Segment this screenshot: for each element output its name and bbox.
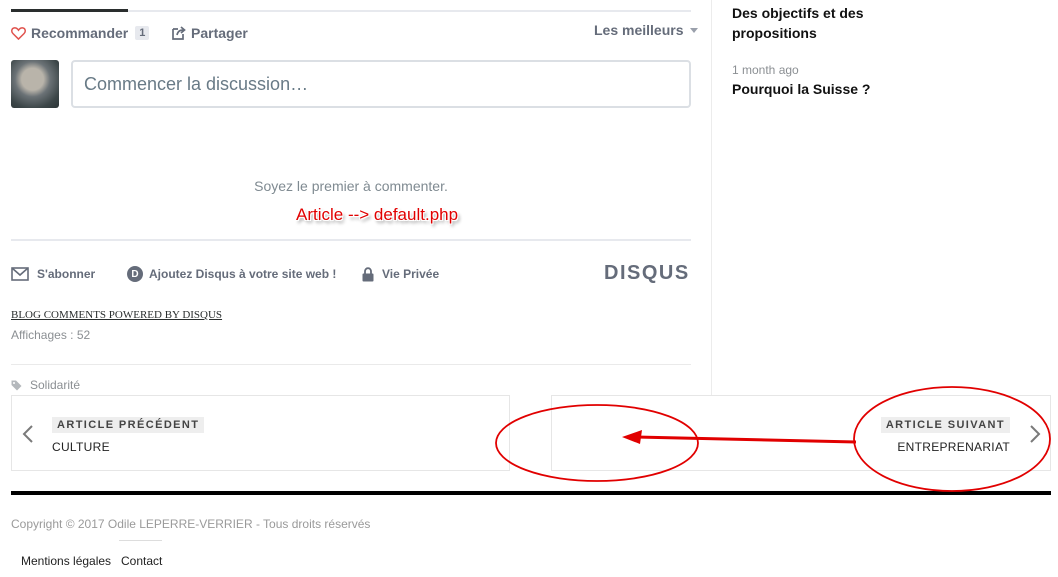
previous-article-badge: ARTICLE PRÉCÉDENT: [52, 417, 205, 433]
chevron-left-icon: [22, 425, 33, 443]
sidebar-article-date: 1 month ago: [732, 63, 799, 77]
footer-link-separator: [119, 540, 162, 541]
sort-label: Les meilleurs: [594, 22, 684, 38]
previous-article-title: CULTURE: [52, 440, 110, 454]
legal-notice-link[interactable]: Mentions légales: [21, 554, 111, 568]
heart-icon: [11, 27, 26, 40]
tab-active-indicator: [11, 9, 128, 12]
view-count: Affichages : 52: [11, 328, 91, 342]
privacy-link[interactable]: Vie Privée: [362, 265, 439, 283]
recommend-count: 1: [135, 26, 150, 40]
chevron-down-icon: [689, 27, 698, 33]
share-button[interactable]: Partager: [172, 24, 248, 42]
tag-link[interactable]: Solidarité: [11, 378, 80, 392]
lock-icon: [362, 266, 374, 281]
powered-by-link[interactable]: BLOG COMMENTS POWERED BY DISQUS: [11, 309, 222, 321]
contact-link[interactable]: Contact: [121, 554, 162, 568]
footer-divider: [11, 491, 1051, 495]
sidebar-article-title[interactable]: Des objectifs et des propositions: [732, 3, 902, 43]
copyright-text: Copyright © 2017 Odile LEPERRE-VERRIER -…: [11, 517, 371, 531]
recommend-button[interactable]: Recommander 1: [11, 24, 150, 42]
privacy-label: Vie Privée: [382, 267, 440, 281]
next-article-title: ENTREPRENARIAT: [897, 440, 1010, 454]
chevron-right-icon: [1030, 425, 1041, 443]
share-label: Partager: [191, 25, 248, 41]
comment-input[interactable]: Commencer la discussion…: [71, 60, 691, 108]
recommend-label: Recommander: [31, 25, 129, 41]
add-disqus-link[interactable]: D Ajoutez Disqus à votre site web !: [127, 265, 336, 283]
mail-icon: [11, 267, 29, 281]
empty-comments-message: Soyez le premier à commenter.: [254, 178, 448, 194]
share-icon: [172, 26, 186, 40]
next-article-badge: ARTICLE SUIVANT: [880, 417, 1010, 433]
disqus-footer-divider: [11, 239, 691, 241]
subscribe-label: S'abonner: [37, 267, 96, 281]
tag-icon: [11, 380, 22, 390]
tag-label: Solidarité: [30, 378, 81, 392]
subscribe-link[interactable]: S'abonner: [11, 265, 95, 283]
sidebar-divider: [711, 0, 712, 395]
annotation-label: Article --> default.php: [296, 205, 459, 224]
disqus-logo[interactable]: DISQUS: [604, 262, 690, 285]
previous-article-card[interactable]: ARTICLE PRÉCÉDENT CULTURE: [11, 395, 510, 471]
sidebar-article-title[interactable]: Pourquoi la Suisse ?: [732, 81, 870, 97]
disqus-d-icon: D: [127, 266, 143, 282]
sort-dropdown[interactable]: Les meilleurs: [594, 22, 698, 38]
next-article-card[interactable]: ARTICLE SUIVANT ENTREPRENARIAT: [551, 395, 1051, 471]
tags-divider: [11, 364, 691, 365]
add-disqus-label: Ajoutez Disqus à votre site web !: [149, 267, 337, 281]
avatar: [11, 60, 59, 108]
comment-placeholder: Commencer la discussion…: [84, 74, 309, 94]
